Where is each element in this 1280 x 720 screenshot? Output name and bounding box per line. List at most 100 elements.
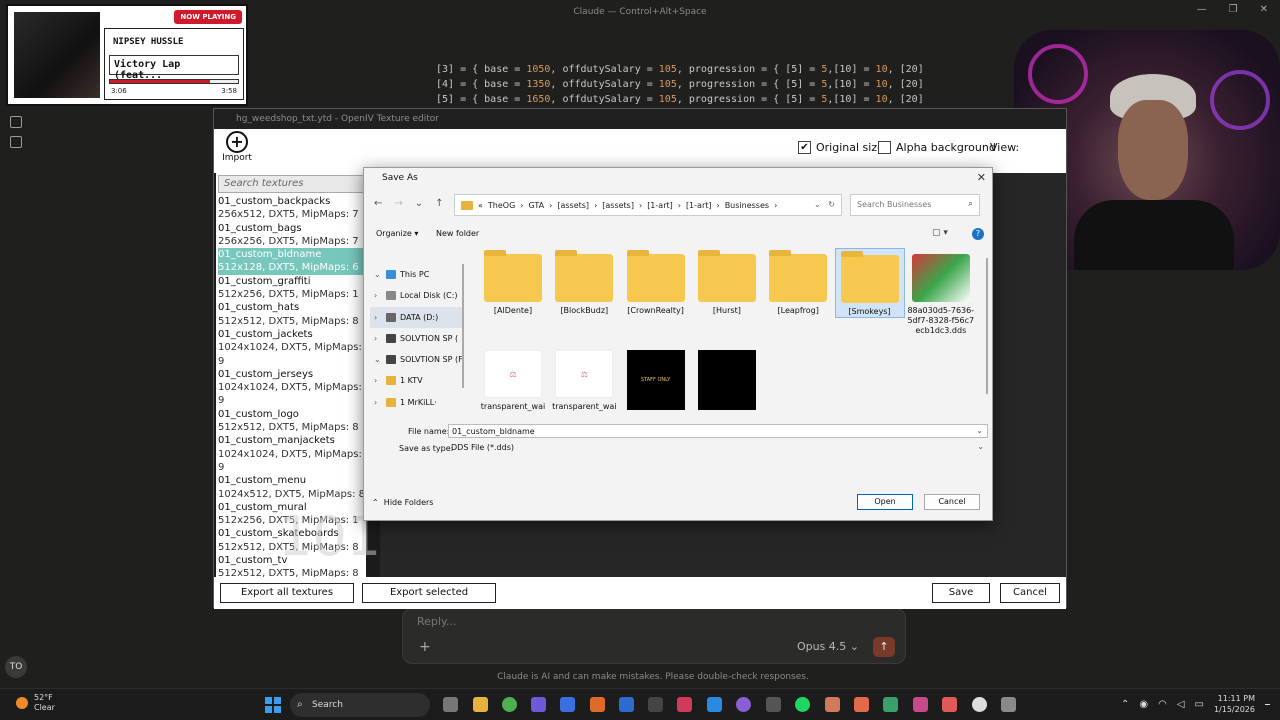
breadcrumb-item[interactable]: Businesses bbox=[725, 201, 769, 210]
refresh-icon[interactable]: ⌄ ↻ bbox=[814, 200, 835, 209]
original-size-checkbox[interactable]: ✔ bbox=[798, 141, 811, 154]
breadcrumb-separator[interactable]: › bbox=[774, 201, 777, 210]
reply-placeholder[interactable]: Reply... bbox=[417, 615, 456, 628]
new-folder-button[interactable]: New folder bbox=[436, 229, 479, 238]
tree-item[interactable]: › DATA (D:) bbox=[370, 306, 462, 328]
save-type-select[interactable]: DDS File (*.dds) ⌄ bbox=[448, 441, 988, 455]
app-icon[interactable] bbox=[736, 697, 751, 712]
breadcrumb-separator[interactable]: › bbox=[639, 201, 642, 210]
folder-item[interactable]: [BlockBudz] bbox=[549, 248, 619, 316]
recent-icon[interactable]: ⌄ bbox=[415, 198, 423, 209]
chevron-up-icon[interactable]: ⌃ bbox=[1121, 699, 1129, 710]
discord-icon[interactable] bbox=[531, 697, 546, 712]
help-icon[interactable]: ? bbox=[972, 228, 984, 240]
volume-icon[interactable]: ◁ bbox=[1177, 699, 1185, 710]
taskbar-search[interactable]: ⌕ Search bbox=[290, 693, 430, 717]
sidebar-toggle-icon[interactable] bbox=[10, 116, 22, 128]
texture-item[interactable]: 01_custom_jerseys 1024x1024, DXT5, MipMap… bbox=[216, 368, 366, 408]
save-button[interactable]: Save bbox=[932, 583, 990, 603]
breadcrumb-item[interactable]: TheOG bbox=[488, 201, 515, 210]
tree-item[interactable]: ⌄ This PC bbox=[370, 264, 462, 285]
battery-icon[interactable]: ▭ bbox=[1195, 699, 1204, 710]
openiv-icon[interactable] bbox=[1001, 697, 1016, 712]
chevron-right-icon[interactable]: › bbox=[374, 285, 377, 306]
task-view-icon[interactable] bbox=[443, 697, 458, 712]
close-icon[interactable]: ✕ bbox=[1260, 4, 1268, 15]
chevron-down-icon[interactable]: ⌄ bbox=[374, 264, 381, 285]
file-name-input[interactable]: 01_custom_bldname ⌄ bbox=[448, 424, 988, 438]
breadcrumb-item[interactable]: [1-art] bbox=[686, 201, 712, 210]
media-player-icon[interactable] bbox=[972, 697, 987, 712]
folder-item[interactable]: [Hurst] bbox=[692, 248, 762, 316]
send-icon[interactable]: ↑ bbox=[873, 637, 895, 657]
cancel-button[interactable]: Cancel bbox=[924, 494, 980, 510]
tree-item[interactable]: › 1 MrKiLL· bbox=[370, 392, 462, 413]
app-icon[interactable] bbox=[913, 697, 928, 712]
chevron-down-icon[interactable]: ⌄ bbox=[977, 442, 984, 451]
alpha-background-option[interactable]: Alpha background bbox=[878, 141, 996, 154]
file-item[interactable]: 88a030d5-7636-5df7-8328-f56c7ecb1dc3.dds bbox=[906, 248, 976, 336]
tree-item[interactable]: › Local Disk (C:) bbox=[370, 285, 462, 306]
files-scrollbar[interactable] bbox=[986, 258, 988, 394]
breadcrumb-separator[interactable]: › bbox=[594, 201, 597, 210]
app-icon[interactable] bbox=[883, 697, 898, 712]
app-icon[interactable] bbox=[854, 697, 869, 712]
forward-icon[interactable]: → bbox=[394, 198, 402, 209]
breadcrumb-separator[interactable]: « bbox=[478, 201, 483, 210]
grid-icon[interactable] bbox=[10, 136, 22, 148]
app-icon[interactable] bbox=[590, 697, 605, 712]
folder-item[interactable]: [Leapfrog] bbox=[763, 248, 833, 316]
tree-item[interactable]: › 1 KTV bbox=[370, 370, 462, 391]
chrome-icon[interactable] bbox=[502, 697, 517, 712]
address-bar[interactable]: « TheOG › GTA › [assets] › [assets] › [1-art] › [1-… bbox=[454, 194, 842, 216]
texture-item[interactable]: 01_custom_backpacks 256x512, DXT5, MipMap… bbox=[216, 195, 366, 222]
file-item[interactable]: ⚖ transparent_wai bbox=[549, 344, 619, 412]
texture-search-input[interactable]: Search textures bbox=[218, 175, 364, 193]
folder-item[interactable]: [AlDente] bbox=[478, 248, 548, 316]
terminal-icon[interactable] bbox=[648, 697, 663, 712]
breadcrumb-item[interactable]: GTA bbox=[528, 201, 544, 210]
model-selector[interactable]: Opus 4.5 ⌄ bbox=[797, 640, 859, 653]
reply-box[interactable]: Reply... + Opus 4.5 ⌄ ↑ bbox=[402, 608, 906, 664]
folder-item[interactable]: [Smokeys] bbox=[834, 248, 905, 318]
maps-icon[interactable] bbox=[942, 697, 957, 712]
search-businesses-input[interactable]: Search Businesses ⌕ bbox=[850, 194, 980, 216]
breadcrumb-separator[interactable]: › bbox=[549, 201, 552, 210]
open-button[interactable]: Open bbox=[857, 494, 913, 510]
start-button[interactable] bbox=[265, 697, 281, 713]
alpha-background-checkbox[interactable] bbox=[878, 141, 891, 154]
texture-item[interactable]: 01_custom_hats 512x512, DXT5, MipMaps: 8 bbox=[216, 301, 366, 328]
tree-item[interactable]: ⌄ SOLVTION SP (F bbox=[370, 349, 462, 370]
tree-item[interactable]: › SOLVTION SP ( bbox=[370, 328, 462, 349]
breadcrumb-item[interactable]: [1-art] bbox=[647, 201, 673, 210]
folder-item[interactable]: [CrownRealty] bbox=[621, 248, 691, 316]
breadcrumb-separator[interactable]: › bbox=[520, 201, 523, 210]
breadcrumb-separator[interactable]: › bbox=[716, 201, 719, 210]
minimize-icon[interactable]: — bbox=[1197, 4, 1207, 15]
original-size-option[interactable]: ✔ Original size bbox=[798, 141, 884, 154]
breadcrumb-item[interactable]: [assets] bbox=[557, 201, 589, 210]
chevron-right-icon[interactable]: › bbox=[374, 392, 377, 413]
chevron-down-icon[interactable]: ⌄ bbox=[976, 426, 983, 435]
up-icon[interactable]: ↑ bbox=[435, 198, 443, 209]
maximize-icon[interactable]: ❐ bbox=[1229, 4, 1238, 15]
cancel-button[interactable]: Cancel bbox=[1000, 583, 1060, 603]
claude-icon[interactable] bbox=[825, 697, 840, 712]
organize-menu[interactable]: Organize ▾ bbox=[376, 229, 418, 238]
export-all-button[interactable]: Export all textures bbox=[220, 583, 354, 603]
clock[interactable]: 11:11 PM 1/15/2026 bbox=[1214, 693, 1255, 715]
breadcrumb-item[interactable]: [assets] bbox=[602, 201, 634, 210]
texture-item[interactable]: 01_custom_logo 512x512, DXT5, MipMaps: 8 bbox=[216, 408, 366, 435]
file-item[interactable]: STAFF ONLY bbox=[621, 344, 691, 414]
chevron-right-icon[interactable]: › bbox=[374, 307, 377, 328]
chevron-right-icon[interactable]: › bbox=[374, 370, 377, 391]
texture-item[interactable]: 01_custom_manjackets 1024x1024, DXT5, Mip… bbox=[216, 434, 366, 474]
view-options-icon[interactable]: ▢ ▾ bbox=[932, 228, 948, 238]
file-item[interactable]: ⚖ transparent_wai bbox=[478, 344, 548, 412]
microphone-icon[interactable]: ◉ bbox=[1139, 699, 1148, 710]
close-icon[interactable]: ✕ bbox=[977, 171, 986, 184]
weather-widget[interactable]: 52°F Clear bbox=[16, 693, 55, 713]
texture-item[interactable]: 01_custom_jackets 1024x1024, DXT5, MipMap… bbox=[216, 328, 366, 368]
app-icon[interactable] bbox=[766, 697, 781, 712]
app-icon[interactable] bbox=[619, 697, 634, 712]
